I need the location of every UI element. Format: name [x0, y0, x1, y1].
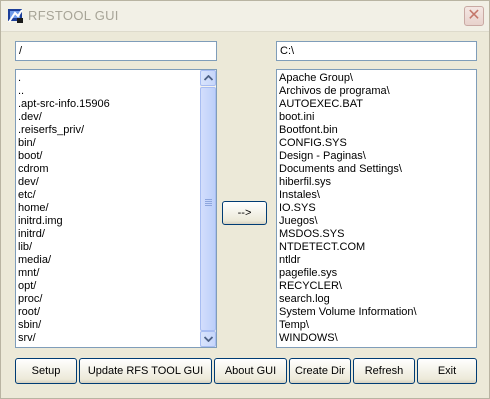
create-dir-button[interactable]: Create Dir: [289, 358, 351, 384]
file-list-item[interactable]: IO.SYS: [279, 202, 417, 215]
left-scroll-up-button[interactable]: [200, 70, 216, 86]
window-title: RFSTOOL GUI: [28, 8, 119, 23]
file-list-item[interactable]: Bootfont.bin: [279, 124, 417, 137]
file-list-item[interactable]: RECYCLER\: [279, 280, 417, 293]
file-list-item[interactable]: Apache Group\: [279, 72, 417, 85]
file-list-item[interactable]: srv/: [18, 332, 110, 345]
right-file-items: Apache Group\ Archivos de programa\ AUTOEX…: [279, 72, 417, 345]
file-list-item[interactable]: root/: [18, 306, 110, 319]
close-button[interactable]: ✕: [464, 6, 484, 26]
right-file-list[interactable]: Apache Group\ Archivos de programa\ AUTOEX…: [276, 69, 477, 348]
file-list-item[interactable]: initrd.img: [18, 215, 110, 228]
file-list-item[interactable]: bin/: [18, 137, 110, 150]
file-list-item[interactable]: MSDOS.SYS: [279, 228, 417, 241]
update-button[interactable]: Update RFS TOOL GUI: [79, 358, 212, 384]
title-bar[interactable]: RFSTOOL GUI ✕: [1, 1, 489, 32]
file-list-item[interactable]: .dev/: [18, 111, 110, 124]
arrow-down-icon: [204, 336, 213, 342]
left-path-input[interactable]: [15, 41, 217, 61]
file-list-item[interactable]: WINDOWS\: [279, 332, 417, 345]
file-list-item[interactable]: dev/: [18, 176, 110, 189]
exit-button[interactable]: Exit: [417, 358, 477, 384]
file-list-item[interactable]: sbin/: [18, 319, 110, 332]
file-list-item[interactable]: ntldr: [279, 254, 417, 267]
left-file-items: ... .apt-src-info.15906 .dev/.reiserfs_pri…: [18, 72, 110, 345]
file-list-item[interactable]: hiberfil.sys: [279, 176, 417, 189]
left-scroll-down-button[interactable]: [200, 331, 216, 347]
right-path-input[interactable]: [276, 41, 477, 61]
file-list-item[interactable]: boot.ini: [279, 111, 417, 124]
file-list-item[interactable]: .reiserfs_priv/: [18, 124, 110, 137]
setup-button[interactable]: Setup: [15, 358, 77, 384]
file-list-item[interactable]: AUTOEXEC.BAT: [279, 98, 417, 111]
file-list-item[interactable]: System Volume Information\: [279, 306, 417, 319]
file-list-item[interactable]: CONFIG.SYS: [279, 137, 417, 150]
file-list-item[interactable]: proc/: [18, 293, 110, 306]
file-list-item[interactable]: initrd/: [18, 228, 110, 241]
file-list-item[interactable]: media/: [18, 254, 110, 267]
file-list-item[interactable]: NTDETECT.COM: [279, 241, 417, 254]
close-icon: ✕: [467, 7, 481, 24]
file-list-item[interactable]: .apt-src-info.15906: [18, 98, 110, 111]
file-list-item[interactable]: boot/: [18, 150, 110, 163]
file-list-item[interactable]: Juegos\: [279, 215, 417, 228]
arrow-up-icon: [204, 75, 213, 81]
file-list-item[interactable]: opt/: [18, 280, 110, 293]
main-window: RFSTOOL GUI ✕ ....apt-src-info.15906.dev…: [0, 0, 490, 399]
file-list-item[interactable]: cdrom: [18, 163, 110, 176]
file-list-item[interactable]: Documents and Settings\: [279, 163, 417, 176]
file-list-item[interactable]: home/: [18, 202, 110, 215]
file-list-item[interactable]: Instales\: [279, 189, 417, 202]
file-list-item[interactable]: pagefile.sys: [279, 267, 417, 280]
left-scrollbar[interactable]: [200, 70, 216, 347]
file-list-item[interactable]: search.log: [279, 293, 417, 306]
file-list-item[interactable]: mnt/: [18, 267, 110, 280]
app-icon: [8, 9, 23, 23]
file-list-item[interactable]: Archivos de programa\: [279, 85, 417, 98]
file-list-item[interactable]: ..: [18, 85, 110, 98]
file-list-item[interactable]: Temp\: [279, 319, 417, 332]
left-scroll-thumb[interactable]: [200, 87, 216, 331]
file-list-item[interactable]: lib/: [18, 241, 110, 254]
file-list-item[interactable]: etc/: [18, 189, 110, 202]
file-list-item[interactable]: .: [18, 72, 110, 85]
refresh-button[interactable]: Refresh: [353, 358, 415, 384]
left-file-list[interactable]: ... .apt-src-info.15906 .dev/.reiserfs_pri…: [15, 69, 217, 348]
file-list-item[interactable]: Design - Paginas\: [279, 150, 417, 163]
transfer-button[interactable]: -->: [222, 201, 267, 225]
about-button[interactable]: About GUI: [214, 358, 287, 384]
